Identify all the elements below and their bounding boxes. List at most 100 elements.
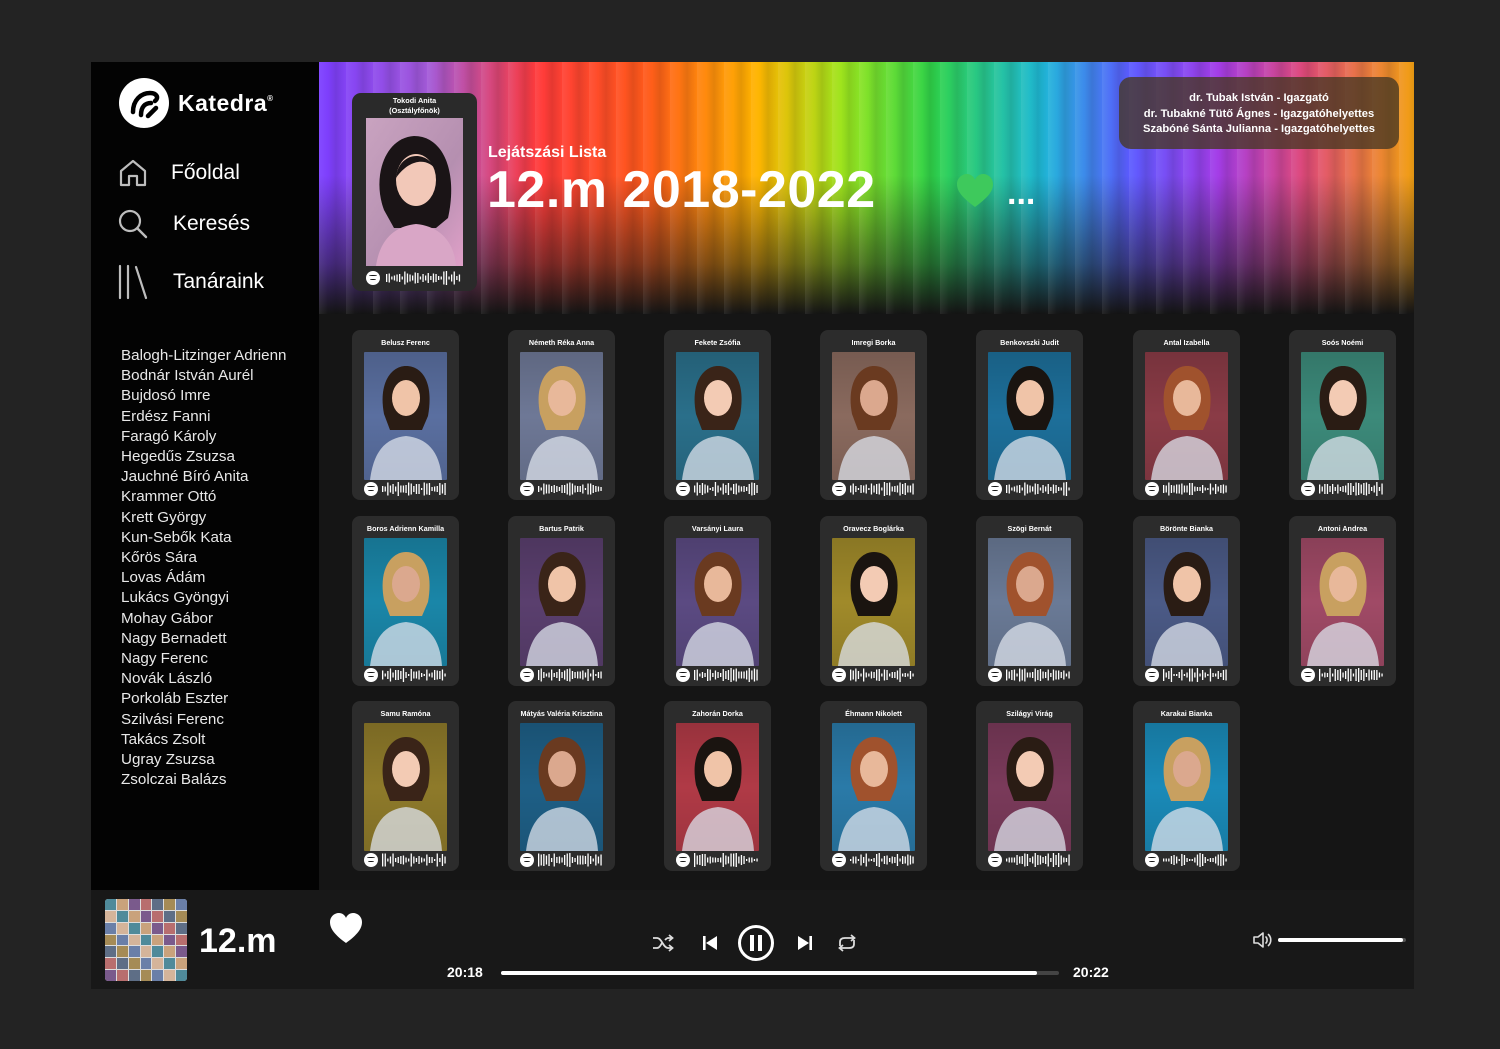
album-art-tile <box>140 922 152 934</box>
album-art-tile <box>176 946 187 958</box>
homeroom-teacher-name: Tokodi Anita (Osztályfőnök) <box>389 96 440 115</box>
progress-bar[interactable] <box>501 971 1059 975</box>
student-photo <box>364 352 447 480</box>
next-button[interactable] <box>795 932 815 954</box>
spotify-code <box>1301 481 1384 497</box>
spotify-code-bars <box>1163 668 1227 682</box>
teacher-list-item[interactable]: Ugray Zsuzsa <box>121 750 321 770</box>
teacher-list-item[interactable]: Mohay Gábor <box>121 609 321 629</box>
teacher-list-item[interactable]: Nagy Bernadett <box>121 629 321 649</box>
student-card[interactable]: Antal Izabella <box>1133 330 1240 500</box>
spotify-code-bars <box>850 482 914 496</box>
spotify-code <box>1145 667 1228 683</box>
spotify-code <box>676 852 759 868</box>
teacher-list-item[interactable]: Balogh-Litzinger Adrienn <box>121 346 321 366</box>
spotify-code <box>364 667 447 683</box>
student-card[interactable]: Németh Réka Anna <box>508 330 615 500</box>
album-art-tile <box>164 922 176 934</box>
album-art[interactable] <box>105 899 187 981</box>
playlist-header: Tokodi Anita (Osztályfőnök) Lejátszási L… <box>319 62 1414 314</box>
spotify-code <box>832 667 915 683</box>
student-photo <box>1145 538 1228 666</box>
student-card[interactable]: Soós Noémi <box>1289 330 1396 500</box>
teacher-list-item[interactable]: Lovas Ádám <box>121 568 321 588</box>
album-art-tile <box>128 922 140 934</box>
brand-logo[interactable]: Katedra® <box>119 78 274 128</box>
album-art-tile <box>140 946 152 958</box>
teacher-list-item[interactable]: Krett György <box>121 508 321 528</box>
student-card[interactable]: Samu Ramóna <box>352 701 459 871</box>
student-card[interactable]: Antoni Andrea <box>1289 516 1396 686</box>
previous-button[interactable] <box>700 932 720 954</box>
teacher-list-item[interactable]: Takács Zsolt <box>121 730 321 750</box>
teacher-list-item[interactable]: Nagy Ferenc <box>121 649 321 669</box>
album-art-tile <box>152 946 164 958</box>
student-name: Németh Réka Anna <box>528 338 595 347</box>
student-card[interactable]: Mátyás Valéria Krisztina <box>508 701 615 871</box>
pause-button[interactable] <box>738 925 774 961</box>
student-card[interactable]: Zahorán Dorka <box>664 701 771 871</box>
student-card[interactable]: Belusz Ferenc <box>352 330 459 500</box>
like-heart-icon[interactable] <box>329 912 363 946</box>
app-window: Katedra® Főoldal Keresés Tanáraink Balog… <box>91 62 1414 989</box>
spotify-icon <box>676 482 690 496</box>
shuffle-button[interactable] <box>651 932 675 954</box>
spotify-code <box>1301 667 1384 683</box>
student-card[interactable]: Varsányi Laura <box>664 516 771 686</box>
time-elapsed: 20:18 <box>447 964 483 980</box>
teacher-list-item[interactable]: Novák László <box>121 669 321 689</box>
spotify-code <box>520 481 603 497</box>
teacher-list-item[interactable]: Erdész Fanni <box>121 407 321 427</box>
nav-home[interactable]: Főoldal <box>117 156 240 190</box>
student-card[interactable]: Éhmann Nikolett <box>820 701 927 871</box>
teacher-list-item[interactable]: Faragó Károly <box>121 427 321 447</box>
volume-icon[interactable] <box>1253 931 1273 949</box>
teacher-list-item[interactable]: Zsolczai Balázs <box>121 770 321 790</box>
student-card[interactable]: Böröntе Bianka <box>1133 516 1240 686</box>
teacher-list-item[interactable]: Porkoláb Eszter <box>121 689 321 709</box>
spotify-code <box>832 852 915 868</box>
teacher-list-item[interactable]: Kőrös Sára <box>121 548 321 568</box>
student-card[interactable]: Fekete Zsófia <box>664 330 771 500</box>
teacher-list-item[interactable]: Krammer Ottó <box>121 487 321 507</box>
student-card[interactable]: Karakai Bianka <box>1133 701 1240 871</box>
student-card[interactable]: Imregi Borka <box>820 330 927 500</box>
teacher-list-item[interactable]: Lukács Gyöngyi <box>121 588 321 608</box>
teacher-list-item[interactable]: Hegedűs Zsuzsa <box>121 447 321 467</box>
teacher-list-item[interactable]: Kun-Sebők Kata <box>121 528 321 548</box>
spotify-icon <box>1145 668 1159 682</box>
student-photo <box>676 352 759 480</box>
liked-heart-icon[interactable] <box>955 172 995 212</box>
student-card[interactable]: Boros Adrienn Kamilla <box>352 516 459 686</box>
student-card[interactable]: Oravecz Boglárka <box>820 516 927 686</box>
student-card[interactable]: Szögi Bernát <box>976 516 1083 686</box>
teacher-list-item[interactable]: Szilvási Ferenc <box>121 710 321 730</box>
homeroom-teacher-card[interactable]: Tokodi Anita (Osztályfőnök) <box>352 93 477 291</box>
repeat-button[interactable] <box>835 932 859 954</box>
album-art-tile <box>152 934 164 946</box>
teacher-list-item[interactable]: Bujdosó Imre <box>121 386 321 406</box>
more-options-button[interactable]: ... <box>1007 176 1035 210</box>
student-card[interactable]: Bartus Patrik <box>508 516 615 686</box>
student-card[interactable]: Szilágyi Virág <box>976 701 1083 871</box>
spotify-code-bars <box>1163 853 1227 867</box>
spotify-code-bars <box>382 853 446 867</box>
student-photo <box>832 723 915 851</box>
album-art-tile <box>164 958 176 970</box>
teacher-list-item[interactable]: Bodnár István Aurél <box>121 366 321 386</box>
album-art-tile <box>164 946 176 958</box>
album-art-tile <box>152 970 164 981</box>
student-card[interactable]: Benkovszki Judit <box>976 330 1083 500</box>
nav-teachers[interactable]: Tanáraink <box>117 264 264 300</box>
volume-slider[interactable] <box>1278 938 1406 942</box>
katedra-logo-icon <box>119 78 169 128</box>
time-total: 20:22 <box>1073 964 1109 980</box>
teacher-list-item[interactable]: Jauchné Bíró Anita <box>121 467 321 487</box>
spotify-icon <box>832 668 846 682</box>
spotify-code <box>364 852 447 868</box>
album-art-tile <box>128 958 140 970</box>
nav-search[interactable]: Keresés <box>117 207 250 241</box>
spotify-code-bars <box>538 853 602 867</box>
album-art-tile <box>105 946 116 958</box>
home-icon <box>117 156 149 190</box>
